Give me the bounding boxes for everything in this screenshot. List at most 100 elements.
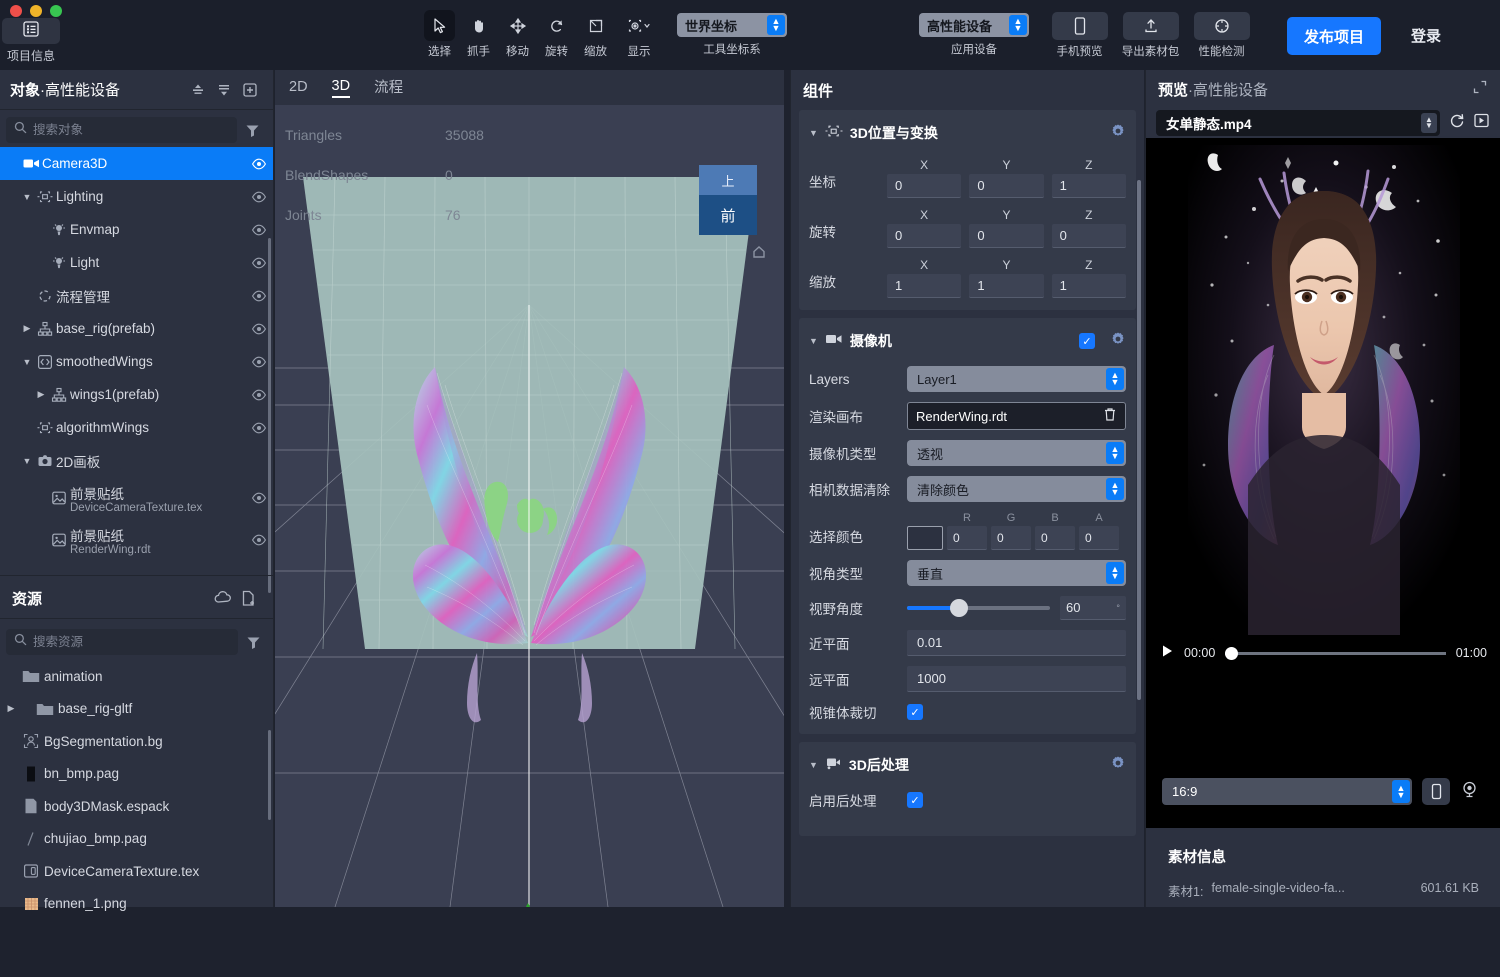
color-swatch[interactable] <box>907 526 943 550</box>
frustum-cull-checkbox[interactable]: ✓ <box>907 704 923 720</box>
render-canvas-field[interactable]: RenderWing.rdt <box>907 402 1126 430</box>
object-tree-scrollbar[interactable] <box>268 238 271 593</box>
chevron-updown-icon[interactable]: ▲ ▼ <box>1009 15 1027 35</box>
resource-list-item[interactable]: chujiao_bmp.pag <box>0 823 274 856</box>
resource-list-item[interactable]: animation <box>0 660 274 693</box>
chevron-down-icon[interactable]: ▼ <box>809 336 818 346</box>
resource-list-item[interactable]: DeviceCameraTexture.tex <box>0 855 274 888</box>
chevron-right-icon[interactable]: ▶ <box>4 703 18 714</box>
play-icon[interactable] <box>1160 644 1174 663</box>
camera-enabled-checkbox[interactable]: ✓ <box>1079 333 1095 349</box>
object-tree-item[interactable]: Camera3D <box>0 147 273 180</box>
resources-search-box[interactable] <box>6 629 238 655</box>
components-scrollbar[interactable] <box>1137 180 1141 700</box>
objects-search-box[interactable] <box>6 117 237 143</box>
transform-input[interactable]: 0 <box>887 224 962 248</box>
transform-input[interactable]: 1 <box>969 274 1044 298</box>
add-object-icon[interactable] <box>237 79 263 101</box>
preview-video[interactable]: 00:00 01:00 16:9 ▲ ▼ <box>1146 138 1500 828</box>
chevron-down-icon[interactable]: ▼ <box>809 128 818 138</box>
enable-postprocess-checkbox[interactable]: ✓ <box>907 792 923 808</box>
tool-scale[interactable]: 缩放 <box>576 10 615 59</box>
project-info[interactable]: 项目信息 <box>2 18 60 64</box>
filter-icon[interactable] <box>238 635 268 650</box>
tool-pan[interactable]: 抓手 <box>459 10 498 59</box>
object-tree-item[interactable]: ▼ Lighting <box>0 180 273 213</box>
new-file-icon[interactable] <box>236 587 262 609</box>
transform-input[interactable]: 0 <box>887 174 962 198</box>
color-channel-input[interactable]: 0 <box>947 526 987 550</box>
object-tree-item[interactable]: ▼ smoothedWings <box>0 345 273 378</box>
layers-select[interactable]: Layer1 ▲ ▼ <box>907 366 1126 392</box>
object-tree-item[interactable]: 前景贴纸 RenderWing.rdt <box>0 519 273 561</box>
preview-source-select[interactable]: 女单静态.mp4 ▲ ▼ <box>1156 110 1440 136</box>
chevron-down-icon[interactable]: ▼ <box>809 760 818 770</box>
close-window-button[interactable] <box>10 5 22 17</box>
chevron-updown-icon[interactable]: ▲ ▼ <box>1392 780 1410 803</box>
object-tree-item[interactable]: ▼ 2D画板 <box>0 444 273 477</box>
tool-move[interactable]: 移动 <box>498 10 537 59</box>
performance-check-button[interactable]: 性能检测 <box>1192 12 1251 59</box>
transform-input[interactable]: 1 <box>887 274 962 298</box>
camera-clear-select[interactable]: 清除颜色 ▲ ▼ <box>907 476 1126 502</box>
refresh-icon[interactable] <box>1448 112 1465 134</box>
aspect-ratio-select[interactable]: 16:9 ▲ ▼ <box>1162 778 1412 805</box>
transform-input[interactable]: 0 <box>969 174 1044 198</box>
publish-button[interactable]: 发布项目 <box>1287 17 1381 55</box>
near-plane-input[interactable]: 0.01 <box>907 630 1126 656</box>
maximize-window-button[interactable] <box>50 5 62 17</box>
collapse-down-icon[interactable] <box>211 79 237 101</box>
video-progress-knob[interactable] <box>1225 646 1239 660</box>
chevron-updown-icon[interactable]: ▲ ▼ <box>1106 562 1124 584</box>
video-progress-track[interactable] <box>1225 646 1446 660</box>
fov-type-select[interactable]: 垂直 ▲ ▼ <box>907 560 1126 586</box>
transform-input[interactable]: 0 <box>969 224 1044 248</box>
visibility-eye-icon[interactable] <box>245 156 273 172</box>
transform-card-header[interactable]: ▼ 3D位置与变换 <box>799 118 1136 148</box>
tool-select[interactable]: 选择 <box>420 10 459 59</box>
viewport-tab-2D[interactable]: 2D <box>289 79 308 97</box>
color-channel-input[interactable]: 0 <box>991 526 1031 550</box>
far-plane-input[interactable]: 1000 <box>907 666 1126 692</box>
object-tree-item[interactable]: algorithmWings <box>0 411 273 444</box>
postprocess-card-header[interactable]: ▼ 3D后处理 <box>799 750 1136 780</box>
chevron-right-icon[interactable]: ▶ <box>34 389 48 400</box>
export-package-button[interactable]: 导出素材包 <box>1121 12 1180 59</box>
play-box-icon[interactable] <box>1473 112 1490 134</box>
gear-icon[interactable] <box>1110 755 1126 776</box>
visibility-eye-icon[interactable] <box>245 222 273 238</box>
home-icon[interactable] <box>752 245 766 262</box>
login-button[interactable]: 登录 <box>1411 25 1441 46</box>
chevron-updown-icon[interactable]: ▲ ▼ <box>1106 442 1124 464</box>
resources-search-input[interactable] <box>33 635 230 649</box>
expand-icon[interactable] <box>1472 79 1488 99</box>
fov-slider[interactable] <box>907 599 1050 617</box>
viewport-tab-3D[interactable]: 3D <box>331 78 351 98</box>
gear-icon[interactable] <box>1110 331 1126 352</box>
resource-list-item[interactable]: bn_bmp.pag <box>0 758 274 791</box>
resource-list-item[interactable]: fennen_1.png <box>0 888 274 921</box>
color-channel-input[interactable]: 0 <box>1035 526 1075 550</box>
minimize-window-button[interactable] <box>30 5 42 17</box>
chevron-down-icon[interactable]: ▼ <box>20 456 34 466</box>
tool-rotate[interactable]: 旋转 <box>537 10 576 59</box>
visibility-eye-icon[interactable] <box>245 189 273 205</box>
chevron-updown-icon[interactable]: ▲ ▼ <box>1421 113 1437 133</box>
project-info-button[interactable] <box>2 18 60 44</box>
transform-input[interactable]: 1 <box>1051 174 1126 198</box>
filter-icon[interactable] <box>237 123 267 138</box>
resource-list-item[interactable]: BgSegmentation.bg <box>0 725 274 758</box>
cloud-icon[interactable] <box>210 587 236 609</box>
coordinate-system-select[interactable]: 世界坐标 ▲ ▼ <box>677 13 787 37</box>
phone-preview-button[interactable]: 手机预览 <box>1050 12 1109 59</box>
collapse-up-icon[interactable] <box>185 79 211 101</box>
viewport-tab-流程[interactable]: 流程 <box>374 76 403 99</box>
camera-type-select[interactable]: 透视 ▲ ▼ <box>907 440 1126 466</box>
tool-display[interactable]: 显示 <box>615 10 663 59</box>
device-select[interactable]: 高性能设备 ▲ ▼ <box>919 13 1029 37</box>
object-tree-item[interactable]: Envmap <box>0 213 273 246</box>
chevron-down-icon[interactable]: ▼ <box>20 357 34 367</box>
transform-input[interactable]: 1 <box>1051 274 1126 298</box>
transform-input[interactable]: 0 <box>1051 224 1126 248</box>
view-orientation-cube[interactable]: 上 前 <box>699 165 757 235</box>
